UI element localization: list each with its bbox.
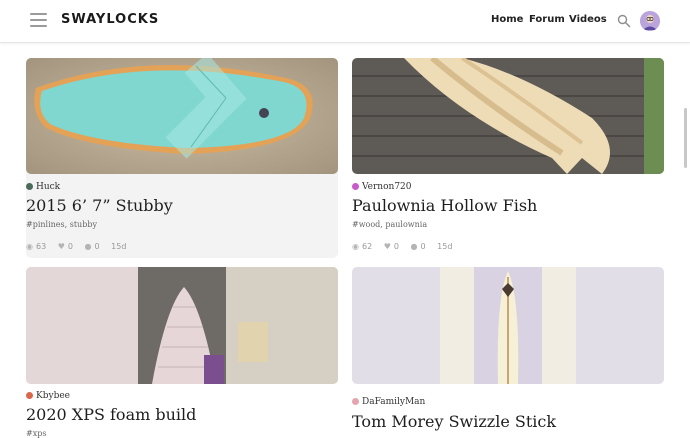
topic-title[interactable]: 2020 XPS foam build xyxy=(26,405,196,424)
heart-icon: ♥ xyxy=(383,242,391,251)
topic-author[interactable]: Huck xyxy=(26,182,60,192)
user-avatar[interactable] xyxy=(640,11,660,31)
topic-card-4[interactable]: DaFamilyMan Tom Morey Swizzle Stick xyxy=(352,267,664,436)
author-avatar xyxy=(352,398,359,405)
comment-icon: ● xyxy=(410,242,418,251)
topic-stats: ◉ 62 ♥ 0 ● 0 15d xyxy=(352,242,461,251)
hamburger-icon[interactable] xyxy=(30,13,47,27)
nav-forum-link[interactable]: Forum xyxy=(529,14,565,25)
author-avatar xyxy=(26,392,33,399)
author-name: Kbybee xyxy=(36,391,70,401)
reply-count: 0 xyxy=(94,242,100,251)
author-avatar xyxy=(26,183,33,190)
heart-icon: ♥ xyxy=(57,242,65,251)
search-icon[interactable] xyxy=(617,14,631,28)
topic-title[interactable]: 2015 6’ 7” Stubby xyxy=(26,196,173,215)
topic-tags[interactable]: #pinlines, stubby xyxy=(26,220,97,229)
author-name: Huck xyxy=(36,182,61,192)
site-logo[interactable]: SWAYLOCKS xyxy=(61,12,159,27)
page-scrollbar[interactable] xyxy=(684,108,687,168)
top-header: SWAYLOCKS Home Forum Videos xyxy=(0,0,690,43)
topic-tags[interactable]: #wood, paulownia xyxy=(352,220,427,229)
topic-title[interactable]: Paulownia Hollow Fish xyxy=(352,196,537,215)
topic-thumbnail[interactable] xyxy=(26,58,338,174)
reply-count: 0 xyxy=(420,242,426,251)
topic-thumbnail[interactable] xyxy=(26,267,338,384)
topic-card-1[interactable]: Huck 2015 6’ 7” Stubby #pinlines, stubby… xyxy=(26,58,338,258)
topic-thumbnail[interactable] xyxy=(352,267,664,384)
view-count: 63 xyxy=(35,242,47,251)
topic-card-3[interactable]: Kbybee 2020 XPS foam build #xps xyxy=(26,267,338,438)
topic-age: 15d xyxy=(111,242,127,251)
comment-icon: ● xyxy=(84,242,92,251)
topic-tags[interactable]: #xps xyxy=(26,429,46,438)
eye-icon: ◉ xyxy=(352,242,359,251)
author-name: Vernon720 xyxy=(362,182,412,192)
nav-videos-link[interactable]: Videos xyxy=(569,14,607,25)
view-count: 62 xyxy=(361,242,373,251)
nav-home-link[interactable]: Home xyxy=(491,14,523,25)
author-name: DaFamilyMan xyxy=(362,397,426,407)
topic-stats: ◉ 63 ♥ 0 ● 0 15d xyxy=(26,242,135,251)
topic-card-2[interactable]: Vernon720 Paulownia Hollow Fish #wood, p… xyxy=(352,58,664,258)
topic-age: 15d xyxy=(437,242,453,251)
topic-author[interactable]: Kbybee xyxy=(26,391,70,401)
topic-thumbnail[interactable] xyxy=(352,58,664,174)
like-count: 0 xyxy=(393,242,399,251)
like-count: 0 xyxy=(67,242,73,251)
topic-author[interactable]: DaFamilyMan xyxy=(352,397,425,407)
author-avatar xyxy=(352,183,359,190)
eye-icon: ◉ xyxy=(26,242,33,251)
topic-author[interactable]: Vernon720 xyxy=(352,182,412,192)
topic-title[interactable]: Tom Morey Swizzle Stick xyxy=(352,412,556,431)
